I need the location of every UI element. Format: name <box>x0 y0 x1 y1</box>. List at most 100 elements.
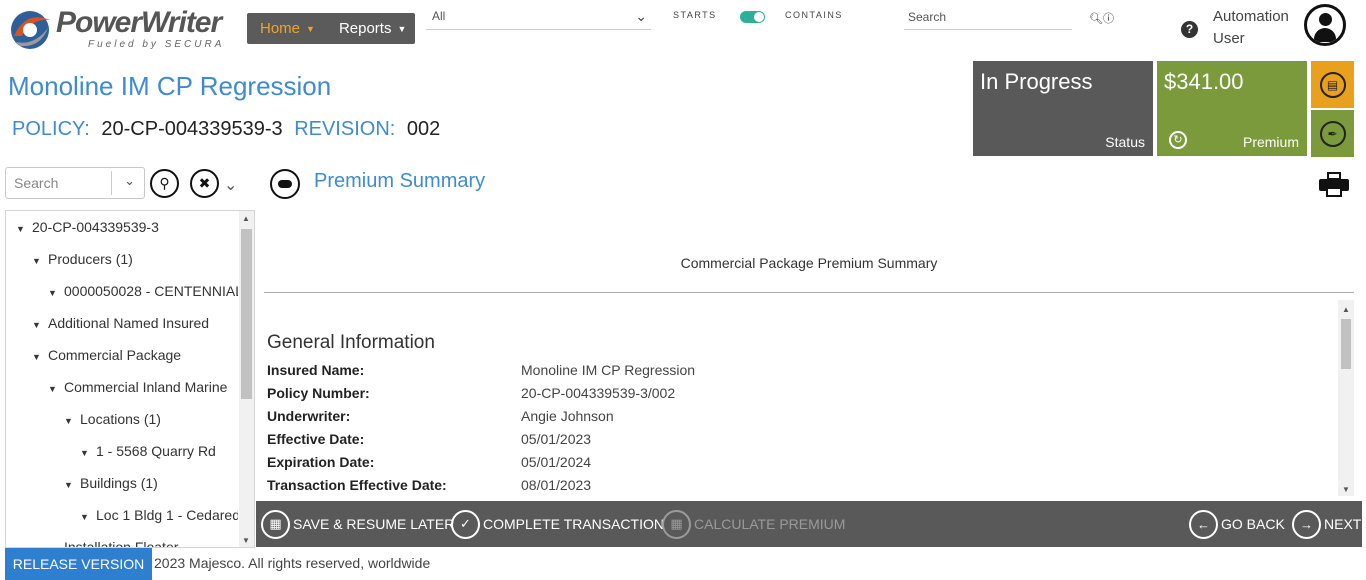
search-icon-group[interactable]: 🔍︎ⓘ <box>1089 10 1114 26</box>
premium-value: $341.00 <box>1164 69 1244 94</box>
comment-icon: ▤ <box>1319 71 1346 98</box>
avatar-head <box>1319 13 1332 26</box>
scroll-up-icon[interactable]: ▲ <box>242 214 250 223</box>
tree-item[interactable]: ▼ 0000050028 - CENTENNIAL <box>6 275 238 307</box>
tools-icon: ✖ <box>198 175 211 191</box>
tree-search-button[interactable]: ⚲ <box>150 169 179 198</box>
collapse-panel-button[interactable] <box>270 169 300 199</box>
report-divider <box>264 292 1354 293</box>
toggle-starts-label: STARTS <box>673 10 717 20</box>
avatar[interactable] <box>1304 4 1346 46</box>
tree-item[interactable]: ▼ Producers (1) <box>6 243 238 275</box>
chevron-down-icon: ▼ <box>397 23 407 34</box>
report-body: General Information Insured Name: Monolin… <box>264 300 1354 496</box>
caret-down-icon[interactable]: ▼ <box>32 245 42 275</box>
chevron-down-icon: ▼ <box>306 23 315 34</box>
tree-item-label: 0000050028 - CENTENNIAL <box>64 283 238 299</box>
caret-down-icon[interactable]: ▼ <box>80 501 90 531</box>
info-label: Insured Name: <box>267 362 365 378</box>
status-value: In Progress <box>980 69 1093 94</box>
caret-down-icon[interactable]: ▼ <box>32 341 42 371</box>
search-icon[interactable]: 🔍︎ <box>1089 13 1103 25</box>
arrow-left-icon: ← <box>1189 509 1218 539</box>
tree-item-label: 20-CP-004339539-3 <box>32 219 159 235</box>
complete-transaction-button[interactable]: ✓ COMPLETE TRANSACTION <box>451 509 664 539</box>
chevron-down-icon[interactable]: ⌄ <box>124 173 135 189</box>
info-row: Transaction Effective Date: 08/01/2023 <box>267 474 967 496</box>
refresh-icon[interactable]: ↻ <box>1169 131 1187 149</box>
revision-number: 002 <box>406 118 441 140</box>
print-icon[interactable] <box>1319 172 1349 198</box>
tree-item[interactable]: ▼ 1 - 5568 Quarry Rd <box>6 435 238 467</box>
revision-label: REVISION: <box>294 118 396 140</box>
caret-down-icon[interactable]: ▼ <box>80 437 90 467</box>
go-back-button[interactable]: ← GO BACK <box>1189 509 1285 539</box>
global-search-input[interactable]: Search <box>904 8 1072 30</box>
toggle-knob <box>754 12 764 22</box>
logo[interactable]: PowerWriter Fueled by SECURA <box>6 4 238 52</box>
attachments-button[interactable]: ✒ <box>1311 110 1354 157</box>
tree-item[interactable]: ▼ Additional Named Insured <box>6 307 238 339</box>
info-label: Effective Date: <box>267 431 365 447</box>
tree-scrollbar[interactable]: ▲ ▼ <box>239 211 254 547</box>
report-scrollbar[interactable]: ▲ ▼ <box>1338 300 1354 496</box>
notes-button[interactable]: ▤ <box>1311 61 1354 108</box>
caret-down-icon[interactable]: ▼ <box>32 309 42 339</box>
logo-tagline: Fueled by SECURA <box>88 39 225 50</box>
tree-item[interactable]: ▼ 20-CP-004339539-3 <box>6 211 238 243</box>
save-resume-button[interactable]: ▦ SAVE & RESUME LATER <box>261 509 454 539</box>
search-mode-toggle[interactable] <box>740 11 765 23</box>
tree-item-label: Producers (1) <box>48 251 133 267</box>
tree-item[interactable]: ▼ Buildings (1) <box>6 467 238 499</box>
caret-down-icon[interactable]: ▼ <box>48 277 58 307</box>
caret-down-icon[interactable]: ▼ <box>64 469 74 499</box>
release-version-button[interactable]: RELEASE VERSION <box>5 548 152 580</box>
next-button[interactable]: → NEXT <box>1292 509 1361 539</box>
go-back-label: GO BACK <box>1221 516 1285 532</box>
caret-down-icon[interactable]: ▼ <box>16 213 26 243</box>
scroll-down-icon[interactable]: ▼ <box>242 536 250 545</box>
calculator-icon: ▦ <box>662 509 691 539</box>
user-name[interactable]: Automation User <box>1213 6 1303 50</box>
info-value: Angie Johnson <box>521 408 614 424</box>
tree-item-label: Buildings (1) <box>80 475 158 491</box>
nav-reports[interactable]: Reports ▼ <box>315 13 406 44</box>
report-title: Commercial Package Premium Summary <box>680 255 938 271</box>
premium-label: Premium <box>1242 134 1299 150</box>
chevron-down-icon: ⌄ <box>635 8 647 24</box>
status-tile: In Progress Status <box>973 61 1153 156</box>
tree-item-label: Locations (1) <box>80 411 161 427</box>
caret-down-icon[interactable]: ▼ <box>64 405 74 435</box>
tools-button[interactable]: ✖ <box>190 169 219 198</box>
tree-scroll-thumb[interactable] <box>241 229 252 399</box>
general-info-list: Insured Name: Monoline IM CP Regression P… <box>267 359 967 496</box>
scroll-up-icon[interactable]: ▲ <box>1342 305 1350 314</box>
info-value: 05/01/2024 <box>521 454 592 470</box>
calculate-premium-label: CALCULATE PREMIUM <box>694 516 846 532</box>
report-scroll-thumb[interactable] <box>1341 319 1351 369</box>
scroll-down-icon[interactable]: ▼ <box>1342 485 1350 494</box>
info-label: Policy Number: <box>267 385 370 401</box>
info-value: 08/01/2023 <box>521 477 592 493</box>
search-scope-value: All <box>432 9 446 23</box>
tree-item[interactable]: ▼ Loc 1 Bldg 1 - Cedared <box>6 499 238 531</box>
calculate-premium-button[interactable]: ▦ CALCULATE PREMIUM <box>662 509 845 539</box>
caret-down-icon[interactable]: ▼ <box>48 373 58 403</box>
info-value: Monoline IM CP Regression <box>521 362 696 378</box>
tree-item[interactable]: ▼ Locations (1) <box>6 403 238 435</box>
user-name-line1: Automation <box>1213 8 1289 25</box>
search-scope-select[interactable]: All ⌄ <box>426 6 651 30</box>
chevron-down-icon[interactable]: ⌄ <box>224 175 237 195</box>
tree-item-label: Commercial Inland Marine <box>64 379 228 395</box>
tree-item-label: Loc 1 Bldg 1 - Cedared <box>96 507 238 523</box>
tree-search-input[interactable]: Search ⌄ <box>5 167 145 199</box>
info-label: Transaction Effective Date: <box>267 477 447 493</box>
tree-item[interactable]: Installation Floater <box>6 531 238 547</box>
help-icon[interactable]: ? <box>1181 21 1198 38</box>
app-root: PowerWriter Fueled by SECURA Home ▼ Repo… <box>0 0 1366 580</box>
tree-item[interactable]: ▼ Commercial Inland Marine <box>6 371 238 403</box>
nav-home[interactable]: Home ▼ <box>247 13 315 44</box>
tree-item[interactable]: ▼ Commercial Package <box>6 339 238 371</box>
tree-item-label: Additional Named Insured <box>48 315 210 331</box>
info-icon[interactable]: ⓘ <box>1103 13 1114 25</box>
